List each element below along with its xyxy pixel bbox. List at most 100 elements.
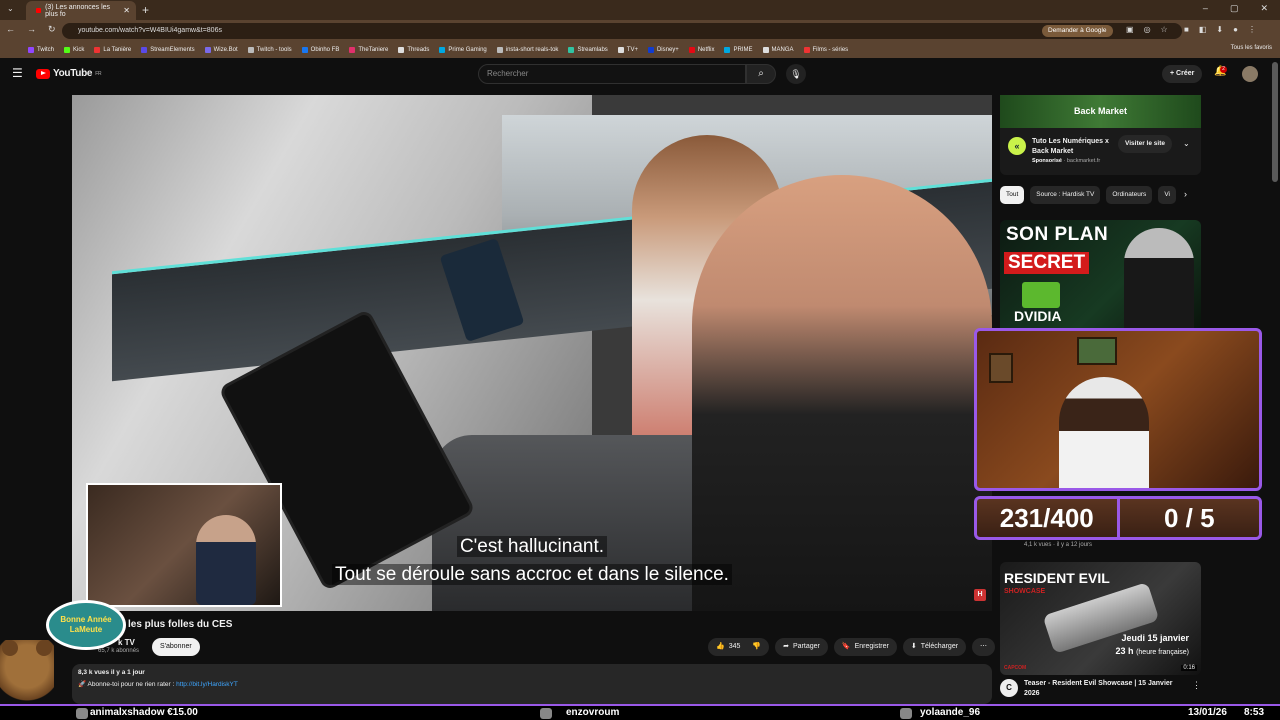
channel-avatar[interactable]: C [1000, 679, 1018, 697]
close-tab-icon[interactable]: ✕ [123, 6, 130, 15]
bookmark-item[interactable]: Films - séries [803, 47, 848, 53]
donation-icon [76, 708, 88, 719]
window-controls: – ▢ ✕ [1203, 3, 1268, 14]
bookmark-item[interactable]: Disney+ [647, 47, 679, 53]
share-button[interactable]: ➦ Partager [775, 638, 828, 656]
ad-sponsor-line: Sponsorisé · backmarket.fr [1032, 158, 1101, 164]
tab-search-icon[interactable]: ⌄ [7, 4, 14, 13]
ticker-donation: animalxshadow €15.00 [90, 707, 198, 718]
bookmark-item[interactable]: Twitch - tools [247, 47, 292, 53]
forward-icon[interactable]: → [27, 24, 36, 35]
search-input[interactable]: Rechercher [478, 64, 746, 84]
search-icon[interactable]: ⌕ [746, 64, 776, 84]
eye-off-icon[interactable]: ◎ [1144, 25, 1151, 34]
install-icon[interactable]: ▣ [1126, 25, 1134, 34]
channel-name[interactable]: k TV [118, 638, 135, 647]
ad-banner: Back Market [1000, 95, 1201, 128]
recommended-meta: 4,1 k vues · il y a 12 jours [1024, 542, 1093, 548]
download-button[interactable]: ⬇ Télécharger [902, 638, 967, 656]
bookmark-item[interactable]: Prime Gaming [439, 47, 487, 53]
inset-facecam-person [196, 515, 256, 605]
share-icon: ➦ [783, 643, 789, 650]
streamer-facecam [974, 328, 1262, 491]
channel-watermark-icon[interactable]: H [974, 589, 986, 601]
microphone-icon[interactable]: 🎙 [786, 64, 806, 84]
bookmark-item[interactable]: Streamlabs [568, 47, 608, 53]
subtitle-line-2: Tout se déroule sans accroc et dans le s… [332, 564, 732, 585]
bookmark-item[interactable]: La Tanière [94, 47, 131, 53]
youtube-logo[interactable]: YouTube FR [36, 68, 102, 79]
video-actions: 👍 345 👎 ➦ Partager 🔖 Enregistrer ⬇ Télécharge… [708, 638, 996, 656]
folder-icon [247, 47, 254, 53]
create-button[interactable]: + Créer [1162, 65, 1203, 83]
like-button[interactable]: 👍 345 👎 [708, 638, 770, 656]
chevron-down-icon[interactable]: ⌄ [1183, 139, 1190, 148]
recommended-thumbnail[interactable]: SON PLAN SECRET DVIDIA [1000, 220, 1201, 328]
wall-frame [989, 353, 1013, 383]
browser-tab-bar [0, 0, 1280, 20]
page-scrollbar[interactable] [1272, 62, 1278, 182]
url-field[interactable]: youtube.com/watch?v=W4BIUi4gamw&t=806s [62, 23, 1182, 39]
bookmark-item[interactable]: Kick [64, 47, 84, 53]
youtube-favicon-icon [36, 8, 42, 13]
more-options-icon[interactable]: ⋮ [1192, 680, 1201, 691]
bookmark-item[interactable]: Netflix [688, 47, 714, 53]
nvidia-logo-icon [1022, 282, 1060, 308]
ask-google-button[interactable]: Demander à Google [1042, 25, 1113, 37]
menu-hamburger-icon[interactable]: ☰ [12, 66, 23, 80]
bookmark-favicon-icon [439, 47, 446, 53]
recommended-title[interactable]: Teaser - Resident Evil Showcase | 15 Jan… [1024, 679, 1184, 699]
bookmark-item[interactable]: TheTaniere [349, 47, 388, 53]
visit-site-button[interactable]: Visiter le site [1118, 135, 1172, 153]
bookmark-favicon-icon [28, 47, 34, 53]
menu-dots-icon[interactable]: ⋮ [1248, 25, 1256, 34]
chip-source[interactable]: Source : Hardisk TV [1030, 186, 1101, 204]
description-link[interactable]: http://bit.ly/HardiskYT [176, 681, 238, 688]
bookmark-favicon-icon [349, 47, 356, 53]
subscribe-button[interactable]: S'abonner [152, 638, 200, 656]
browser-tab-youtube[interactable]: (3) Les annonces les plus fo ✕ [26, 1, 136, 20]
download-icon[interactable]: ⬇ [1216, 25, 1223, 34]
bear-mascot [0, 640, 54, 706]
bookmark-item[interactable]: PRIME [724, 47, 753, 53]
more-actions-icon[interactable]: ⋯ [972, 638, 996, 656]
puzzle-icon[interactable]: ◧ [1199, 25, 1207, 34]
recommended-thumbnail[interactable]: RESIDENT EVIL SHOWCASE Jeudi 15 janvier 2… [1000, 562, 1201, 675]
bookmark-item[interactable]: MANGA [762, 47, 794, 53]
bookmarks-bar: Twitch Kick La Tanière StreamElements Wi… [0, 42, 1280, 58]
close-window-icon[interactable]: ✕ [1260, 3, 1268, 14]
bookmark-item[interactable]: TV+ [617, 47, 638, 53]
new-tab-button[interactable]: + [142, 3, 149, 17]
goal-counters: 231/400 0 / 5 [974, 496, 1262, 540]
reload-icon[interactable]: ↻ [48, 24, 56, 35]
bookmark-item[interactable]: Wize.Bot [204, 47, 238, 53]
extension-icon[interactable]: ■ [1184, 25, 1189, 34]
maximize-icon[interactable]: ▢ [1230, 3, 1239, 14]
chevron-right-icon[interactable]: › [1184, 189, 1187, 199]
profile-icon[interactable]: ● [1233, 25, 1238, 34]
bookmark-favicon-icon [568, 47, 575, 53]
bookmark-item[interactable]: Twitch [28, 47, 54, 53]
download-icon: ⬇ [910, 643, 917, 650]
bookmark-favicon-icon [688, 47, 695, 53]
thumbs-down-icon[interactable]: 👎 [752, 638, 761, 656]
bookmark-favicon-icon [762, 47, 769, 53]
address-icons: ▣ ◎ ☆ [1126, 25, 1168, 34]
account-avatar[interactable] [1242, 66, 1258, 82]
subscriber-count: 65,7 k abonnés [98, 648, 140, 654]
minimize-icon[interactable]: – [1203, 3, 1208, 14]
bookmark-item[interactable]: Threads [398, 47, 429, 53]
chip-computers[interactable]: Ordinateurs [1106, 186, 1153, 204]
bookmark-item[interactable]: Obinho FB [301, 47, 339, 53]
bookmark-item[interactable]: StreamElements [141, 47, 195, 53]
back-icon[interactable]: ← [6, 24, 15, 35]
wall-frame [1077, 337, 1117, 365]
follower-icon [900, 708, 912, 719]
all-bookmarks-folder[interactable]: Tous les favoris [1231, 45, 1272, 51]
chip-all[interactable]: Tout [1000, 186, 1025, 204]
bookmark-item[interactable]: insta-short reals-tok [496, 47, 558, 53]
save-button[interactable]: 🔖 Enregistrer [833, 638, 897, 656]
bookmark-star-icon[interactable]: ☆ [1161, 25, 1168, 34]
chip-more[interactable]: Vi [1158, 186, 1176, 204]
video-title: les plus folles du CES [128, 619, 233, 630]
